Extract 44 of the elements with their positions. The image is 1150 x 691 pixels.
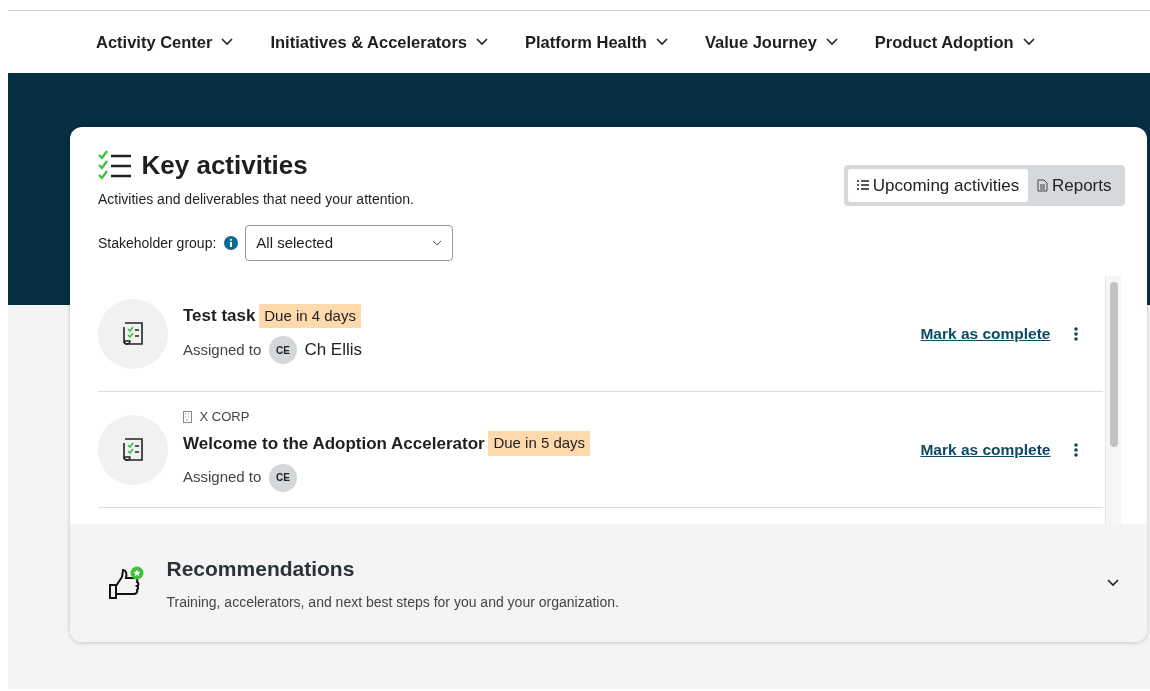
chevron-down-icon <box>1022 38 1035 46</box>
nav-menu[interactable]: Activity Center <box>96 29 234 55</box>
task-title: Test task <box>183 305 256 327</box>
building-icon <box>183 411 192 424</box>
more-icon[interactable] <box>1073 325 1079 342</box>
filter-label: Stakeholder group: <box>98 233 217 253</box>
section-subtitle: Activities and deliverables that need your attention. <box>98 190 415 209</box>
view-tab[interactable]: Reports <box>1028 168 1121 202</box>
nav-menu[interactable]: Product Adoption <box>874 29 1035 55</box>
section-title: Recommendations <box>166 556 356 582</box>
nav-menu[interactable]: Platform Health <box>525 29 668 55</box>
organization-name: X CORP <box>199 408 250 427</box>
complete-link[interactable]: Mark as complete <box>920 437 1051 462</box>
stakeholder-select[interactable]: All selected <box>245 225 454 261</box>
section-title: Key activities <box>141 149 308 182</box>
chevron-down-icon <box>1107 579 1119 587</box>
assignee-name: Ch Ellis <box>304 339 362 362</box>
thumbs-up-icon <box>108 565 144 601</box>
checklist-icon <box>98 149 134 182</box>
nav-menu[interactable]: Initiatives & Accelerators <box>270 29 488 55</box>
more-icon[interactable] <box>1073 441 1079 458</box>
scrollbar-thumb[interactable] <box>1109 282 1118 447</box>
chevron-down-icon <box>221 38 234 46</box>
view-tab[interactable]: Upcoming activities <box>848 168 1029 202</box>
list-icon <box>857 180 869 191</box>
chevron-down-icon <box>432 240 443 246</box>
assigned-label: Assigned to <box>183 339 262 360</box>
avatar: CE <box>268 463 297 492</box>
nav-menu[interactable]: Value Journey <box>704 29 838 55</box>
chevron-down-icon <box>825 38 838 46</box>
task-icon <box>121 320 145 347</box>
chevron-down-icon <box>655 38 668 46</box>
task-icon <box>121 436 145 463</box>
chevron-down-icon <box>476 38 488 46</box>
section-subtitle: Training, accelerators, and next best steps for you and your organization. <box>166 593 620 612</box>
avatar: CE <box>268 336 297 364</box>
info-icon <box>223 236 238 250</box>
recommendations-panel[interactable]: Recommendations Training, accelerators, and next best steps for you and your organization. <box>70 524 1147 642</box>
complete-link[interactable]: Mark as complete <box>920 321 1051 346</box>
task-title: Welcome to the Adoption Accelerator <box>183 432 485 455</box>
due-badge: Due in 4 days <box>259 303 361 328</box>
document-icon <box>1037 178 1049 192</box>
assigned-label: Assigned to <box>183 467 262 488</box>
due-badge: Due in 5 days <box>488 431 591 456</box>
